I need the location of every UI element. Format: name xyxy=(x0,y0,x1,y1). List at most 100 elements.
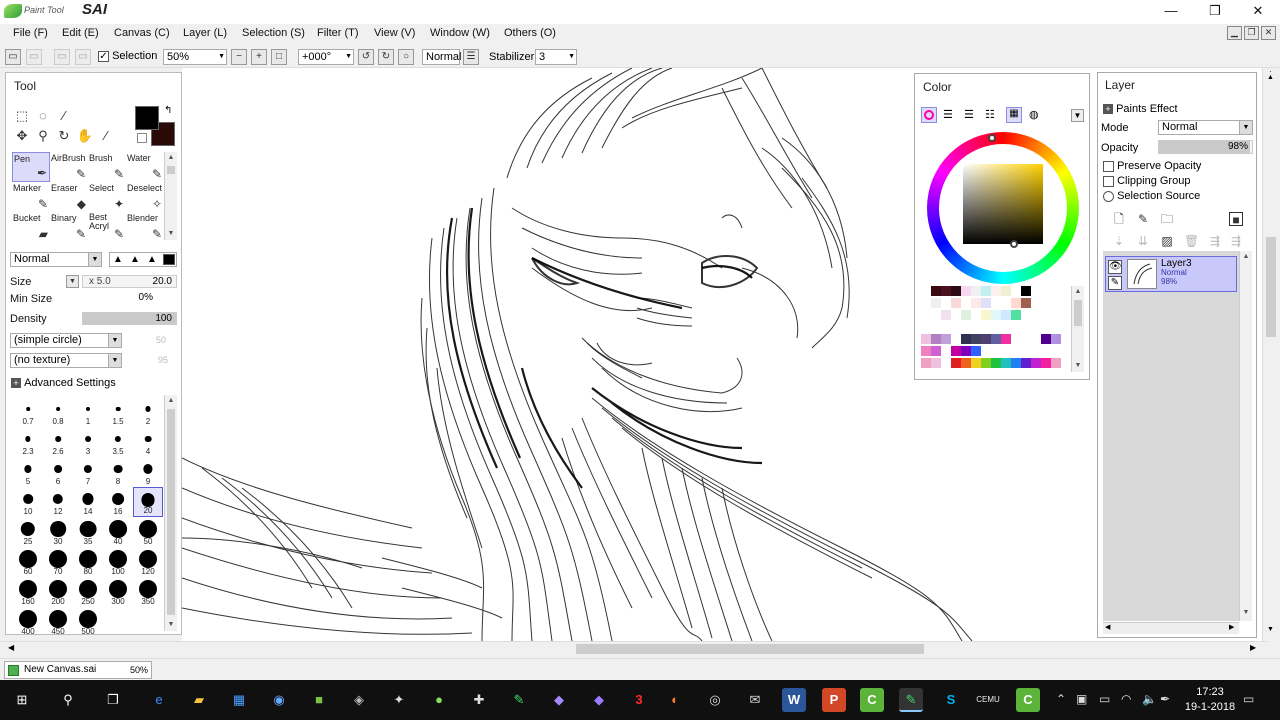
windows-start-icon[interactable]: ⊞ xyxy=(10,688,34,712)
palette-swatch[interactable] xyxy=(1021,310,1031,320)
clear-layer-icon[interactable]: ▨ xyxy=(1160,234,1174,248)
app-icon-7[interactable]: ◈ xyxy=(347,688,371,712)
selection-checkbox[interactable]: ✓ xyxy=(98,50,109,62)
palette-swatch[interactable] xyxy=(931,298,941,308)
palette-swatch[interactable] xyxy=(931,310,941,320)
clipping-group-option[interactable]: Clipping Group xyxy=(1103,175,1190,187)
palette-swatch[interactable] xyxy=(1051,358,1061,368)
palette-swatch[interactable] xyxy=(951,322,961,332)
brush-size-preset[interactable]: 40 xyxy=(103,517,133,547)
menu-selection[interactable]: Selection (S) xyxy=(242,27,305,39)
scroll-down-icon[interactable]: ▼ xyxy=(165,228,177,240)
palette-swatch[interactable] xyxy=(1061,358,1071,368)
palette-swatch[interactable] xyxy=(1021,322,1031,332)
palette-swatch[interactable] xyxy=(1021,286,1031,296)
tray-app-icon[interactable]: ▣ xyxy=(1076,692,1087,706)
mdi-close-button[interactable]: ✕ xyxy=(1261,26,1276,40)
palette-swatch[interactable] xyxy=(1001,310,1011,320)
zoom-in-icon[interactable]: + xyxy=(251,49,267,65)
palette-swatch[interactable] xyxy=(991,346,1001,356)
word-icon[interactable]: W xyxy=(782,688,806,712)
palette-swatch[interactable] xyxy=(941,334,951,344)
brush-size-preset[interactable]: 12 xyxy=(43,487,73,517)
palette-swatch[interactable] xyxy=(941,358,951,368)
palette-swatch[interactable] xyxy=(921,346,931,356)
preserve-opacity-checkbox[interactable] xyxy=(1103,160,1114,172)
brush-size-preset[interactable]: 9 xyxy=(133,457,163,487)
palette-swatch[interactable] xyxy=(1051,346,1061,356)
swap-colors-icon[interactable]: ↰ xyxy=(164,105,172,116)
palette-swatch[interactable] xyxy=(1061,334,1071,344)
menu-others[interactable]: Others (O) xyxy=(504,27,556,39)
scroll-up-icon[interactable]: ▲ xyxy=(1267,74,1274,81)
scroll-thumb[interactable] xyxy=(1074,300,1082,326)
brush-size-preset[interactable]: 80 xyxy=(73,547,103,577)
palette-swatch[interactable] xyxy=(971,322,981,332)
brush-best-acryl[interactable]: Best Acryl ✎ xyxy=(88,212,126,242)
brush-size-preset[interactable]: 16 xyxy=(103,487,133,517)
magic-wand-icon[interactable]: ⁄ xyxy=(55,107,73,125)
palette-swatch[interactable] xyxy=(951,358,961,368)
menu-file[interactable]: File (F) xyxy=(13,27,48,39)
palette-swatch[interactable] xyxy=(1001,322,1011,332)
palette-swatch[interactable] xyxy=(951,346,961,356)
restore-button[interactable]: ❐ xyxy=(1193,0,1237,24)
blender-app-icon[interactable]: ◐ xyxy=(663,688,687,712)
app-icon-8[interactable]: ✦ xyxy=(387,688,411,712)
new-folder-icon[interactable]: 🗀 xyxy=(1160,212,1174,226)
brush-size-preset[interactable]: 4 xyxy=(133,427,163,457)
preserve-opacity-option[interactable]: Preserve Opacity xyxy=(1103,160,1201,172)
palette-swatch[interactable] xyxy=(1001,334,1011,344)
brush-size-preset[interactable]: 7 xyxy=(73,457,103,487)
clipping-group-checkbox[interactable] xyxy=(1103,175,1114,187)
palette-swatch[interactable] xyxy=(1041,346,1051,356)
brush-size-preset[interactable]: 70 xyxy=(43,547,73,577)
palette-swatch[interactable] xyxy=(1061,298,1071,308)
palette-swatch[interactable] xyxy=(921,334,931,344)
palette-swatch[interactable] xyxy=(941,286,951,296)
palette-swatch[interactable] xyxy=(1041,358,1051,368)
flatten-icon[interactable]: ⇶ xyxy=(1229,234,1243,248)
brush-shape-select[interactable]: (simple circle) ▼ xyxy=(10,333,122,348)
palette-swatch[interactable] xyxy=(921,286,931,296)
rgb-slider-icon[interactable]: ☰ xyxy=(943,108,953,121)
selection-toggle[interactable]: ✓ Selection xyxy=(98,50,157,62)
scroll-up-icon[interactable]: ▲ xyxy=(165,395,177,407)
palette-swatch[interactable] xyxy=(1021,298,1031,308)
brush-size-preset[interactable]: 2.3 xyxy=(13,427,43,457)
brush-eraser[interactable]: Eraser ◆ xyxy=(50,182,88,212)
paints-effect-toggle[interactable]: + Paints Effect xyxy=(1103,103,1178,115)
palette-swatch[interactable] xyxy=(1021,346,1031,356)
palette-swatch[interactable] xyxy=(971,310,981,320)
palette-swatch[interactable] xyxy=(1041,334,1051,344)
palette-swatch[interactable] xyxy=(961,310,971,320)
palette-swatch[interactable] xyxy=(991,322,1001,332)
palette-swatch[interactable] xyxy=(941,298,951,308)
palette-swatch[interactable] xyxy=(1061,322,1071,332)
menu-filter[interactable]: Filter (T) xyxy=(317,27,359,39)
layer-mask-icon[interactable]: ■ xyxy=(1229,212,1243,227)
brush-size-preset[interactable]: 3 xyxy=(73,427,103,457)
brush-pen[interactable]: Pen ✒ xyxy=(12,152,50,182)
close-button[interactable]: ✕ xyxy=(1236,0,1280,24)
brush-size-preset[interactable]: 50 xyxy=(133,517,163,547)
selection-source-radio[interactable] xyxy=(1103,190,1114,202)
search-icon[interactable]: ⚲ xyxy=(56,688,80,712)
palette-swatch[interactable] xyxy=(981,286,991,296)
rotate-icon[interactable]: ↻ xyxy=(55,127,73,145)
palette-swatch[interactable] xyxy=(1021,358,1031,368)
menu-canvas[interactable]: Canvas (C) xyxy=(114,27,170,39)
powerpoint-icon[interactable]: P xyxy=(822,688,846,712)
mdi-minimize-button[interactable]: ▁ xyxy=(1227,26,1242,40)
palette-swatch[interactable] xyxy=(971,298,981,308)
palette-swatch[interactable] xyxy=(971,346,981,356)
brush-size-preset[interactable]: 300 xyxy=(103,577,133,607)
lasso-icon[interactable]: ◌ xyxy=(34,107,52,125)
palette-swatch[interactable] xyxy=(951,298,961,308)
brush-brush[interactable]: Brush ✎ xyxy=(88,152,126,182)
palette-swatch[interactable] xyxy=(991,310,1001,320)
zoom-icon[interactable]: ⚲ xyxy=(34,127,52,145)
scroll-down-icon[interactable]: ▼ xyxy=(1240,607,1252,619)
brush-size-preset[interactable]: 350 xyxy=(133,577,163,607)
palette-swatch[interactable] xyxy=(1031,322,1041,332)
